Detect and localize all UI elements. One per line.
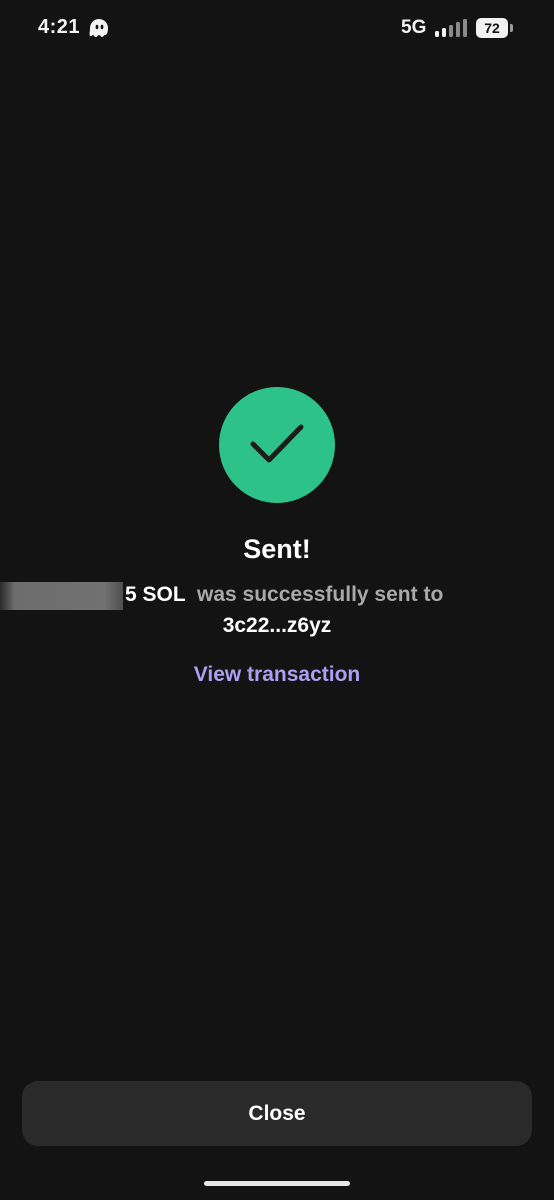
battery-level: 72 <box>476 18 508 38</box>
battery-indicator: 72 <box>476 18 516 38</box>
sent-amount: 5 SOL <box>125 583 186 606</box>
redacted-amount <box>0 582 123 610</box>
page-title: Sent! <box>243 534 311 564</box>
home-indicator <box>204 1181 350 1186</box>
view-transaction-link[interactable]: View transaction <box>0 663 554 687</box>
status-bar: 4:21 5G 72 <box>0 0 554 56</box>
signal-bars-icon <box>434 19 468 37</box>
ghost-icon <box>88 18 110 38</box>
recipient-address: 3c22...z6yz <box>222 614 332 637</box>
checkmark-icon <box>250 424 304 463</box>
network-type: 5G <box>401 17 427 38</box>
close-button[interactable]: Close <box>22 1081 532 1146</box>
status-time: 4:21 <box>38 16 81 38</box>
success-message-text: was successfully sent to <box>197 583 444 606</box>
battery-tip <box>510 24 513 32</box>
success-badge <box>219 387 335 503</box>
